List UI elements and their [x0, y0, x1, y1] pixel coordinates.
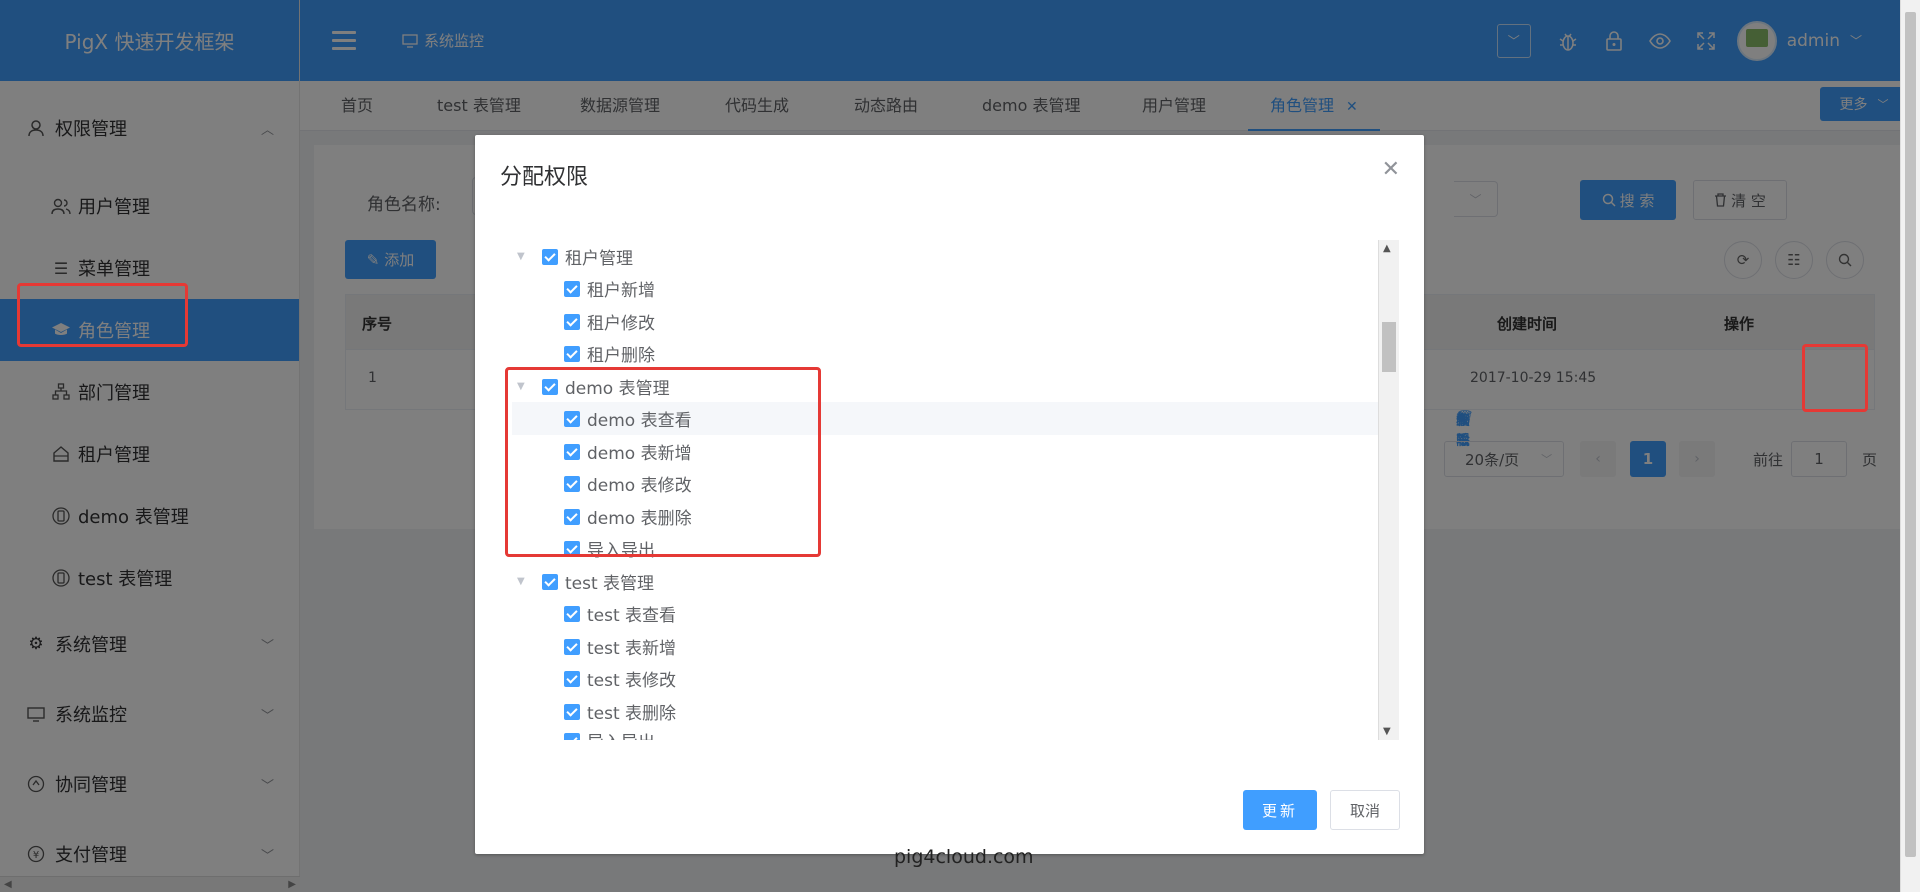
highlight-permission-button [1802, 344, 1868, 412]
tree-scrollbar[interactable]: ▲ ▼ [1378, 240, 1399, 740]
tree-node-label: 租户删除 [587, 346, 655, 366]
tree-node-label: 租户修改 [587, 314, 655, 334]
app-root: PigX 快速开发框架 权限管理 ︿ 用户管理 ☰ 菜单管理 角色管理 [0, 0, 1920, 892]
checkbox-checked[interactable] [564, 313, 580, 330]
checkbox-checked[interactable] [564, 345, 580, 362]
checkbox-checked[interactable] [564, 638, 580, 655]
tree-node-child[interactable]: 租户新增 [512, 272, 1386, 305]
assign-permission-dialog: 分配权限 ✕ ▼ 租户管理 租户新增 租户修改 租户删除 ▼ demo 表管理 … [475, 135, 1424, 854]
scroll-down-icon[interactable]: ▼ [1383, 726, 1391, 737]
cancel-button[interactable]: 取消 [1330, 790, 1400, 830]
tree-node-label: 租户管理 [565, 249, 633, 269]
dialog-title: 分配权限 [500, 165, 589, 190]
tree-node-child[interactable]: test 表新增 [512, 630, 1386, 663]
caret-down-icon[interactable]: ▼ [517, 576, 525, 587]
tree-node-child[interactable]: test 表修改 [512, 662, 1386, 695]
highlight-demo-permissions [505, 367, 821, 557]
watermark-text: pig4cloud.com [894, 846, 1034, 868]
tree-node-child[interactable]: 租户删除 [512, 337, 1386, 370]
tree-node-label: test 表管理 [565, 574, 655, 594]
checkbox-checked[interactable] [564, 670, 580, 687]
tree-node-parent[interactable]: ▼ test 表管理 [512, 565, 1386, 598]
tree-node-label: test 表修改 [587, 671, 677, 691]
close-icon[interactable]: ✕ [1382, 157, 1400, 182]
checkbox-checked[interactable] [542, 248, 558, 265]
tree-node-label: test 表新增 [587, 639, 677, 659]
checkbox-checked[interactable] [564, 703, 580, 720]
tree-node-label: test 表查看 [587, 606, 677, 626]
scrollbar-thumb[interactable] [1905, 12, 1916, 857]
scrollbar-thumb[interactable] [1382, 322, 1396, 372]
tree-node-parent[interactable]: ▼ 租户管理 [512, 240, 1386, 273]
checkbox-checked[interactable] [564, 732, 580, 740]
checkbox-checked[interactable] [564, 605, 580, 622]
caret-down-icon[interactable]: ▼ [517, 251, 525, 262]
checkbox-checked[interactable] [564, 280, 580, 297]
highlight-roles-menu [17, 283, 188, 347]
update-button[interactable]: 更新 [1243, 790, 1317, 830]
tree-node-child[interactable]: 导入导出 [512, 724, 1386, 740]
page-vertical-scrollbar[interactable] [1900, 0, 1920, 892]
tree-node-child[interactable]: test 表查看 [512, 597, 1386, 630]
tree-node-child[interactable]: 租户修改 [512, 305, 1386, 338]
tree-node-label: test 表删除 [587, 704, 677, 724]
tree-node-label: 导入导出 [587, 728, 655, 740]
checkbox-checked[interactable] [542, 573, 558, 590]
tree-node-label: 租户新增 [587, 281, 655, 301]
scroll-up-icon[interactable]: ▲ [1383, 243, 1391, 254]
